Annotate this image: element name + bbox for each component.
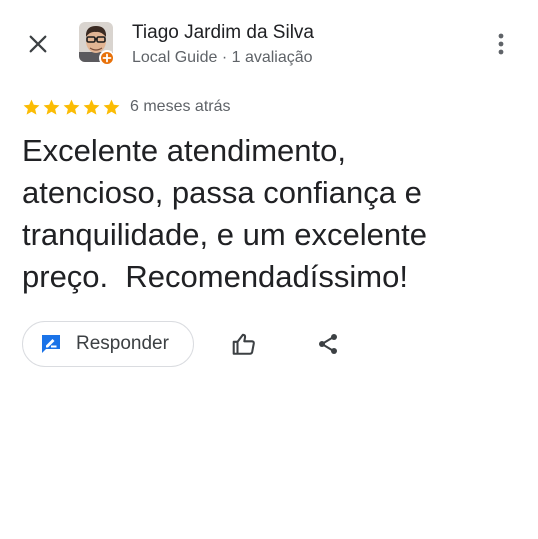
thumb-up-icon bbox=[232, 333, 255, 355]
reply-label: Responder bbox=[76, 333, 169, 354]
reply-edit-icon bbox=[42, 335, 60, 353]
star-icon bbox=[43, 99, 60, 115]
review-card: Tiago Jardim da Silva Local Guide · 1 av… bbox=[0, 0, 538, 539]
reviewer-avatar-wrap[interactable] bbox=[79, 22, 115, 66]
close-button[interactable] bbox=[22, 28, 54, 60]
star-rating bbox=[22, 98, 121, 117]
reviewer-meta: Local Guide · 1 avaliação bbox=[132, 49, 313, 66]
local-guide-badge-icon bbox=[99, 50, 115, 66]
star-icon bbox=[103, 99, 120, 115]
share-button[interactable] bbox=[312, 328, 344, 360]
review-time: 6 meses atrás bbox=[130, 98, 231, 115]
like-button[interactable] bbox=[228, 328, 260, 360]
reply-button[interactable]: Responder bbox=[22, 321, 194, 367]
review-header: Tiago Jardim da Silva Local Guide · 1 av… bbox=[0, 0, 538, 90]
reviewer-name[interactable]: Tiago Jardim da Silva bbox=[132, 22, 314, 44]
star-icon bbox=[63, 99, 80, 115]
star-icon bbox=[83, 99, 100, 115]
review-text: Excelente atendimento, atencioso, passa … bbox=[22, 133, 427, 294]
share-icon bbox=[319, 334, 337, 354]
review-actions: Responder bbox=[22, 320, 337, 368]
close-icon bbox=[29, 35, 47, 53]
more-options-button[interactable] bbox=[486, 28, 516, 60]
star-icon bbox=[23, 99, 40, 115]
rating-row: 6 meses atrás bbox=[22, 96, 230, 118]
more-vert-icon bbox=[498, 33, 504, 55]
